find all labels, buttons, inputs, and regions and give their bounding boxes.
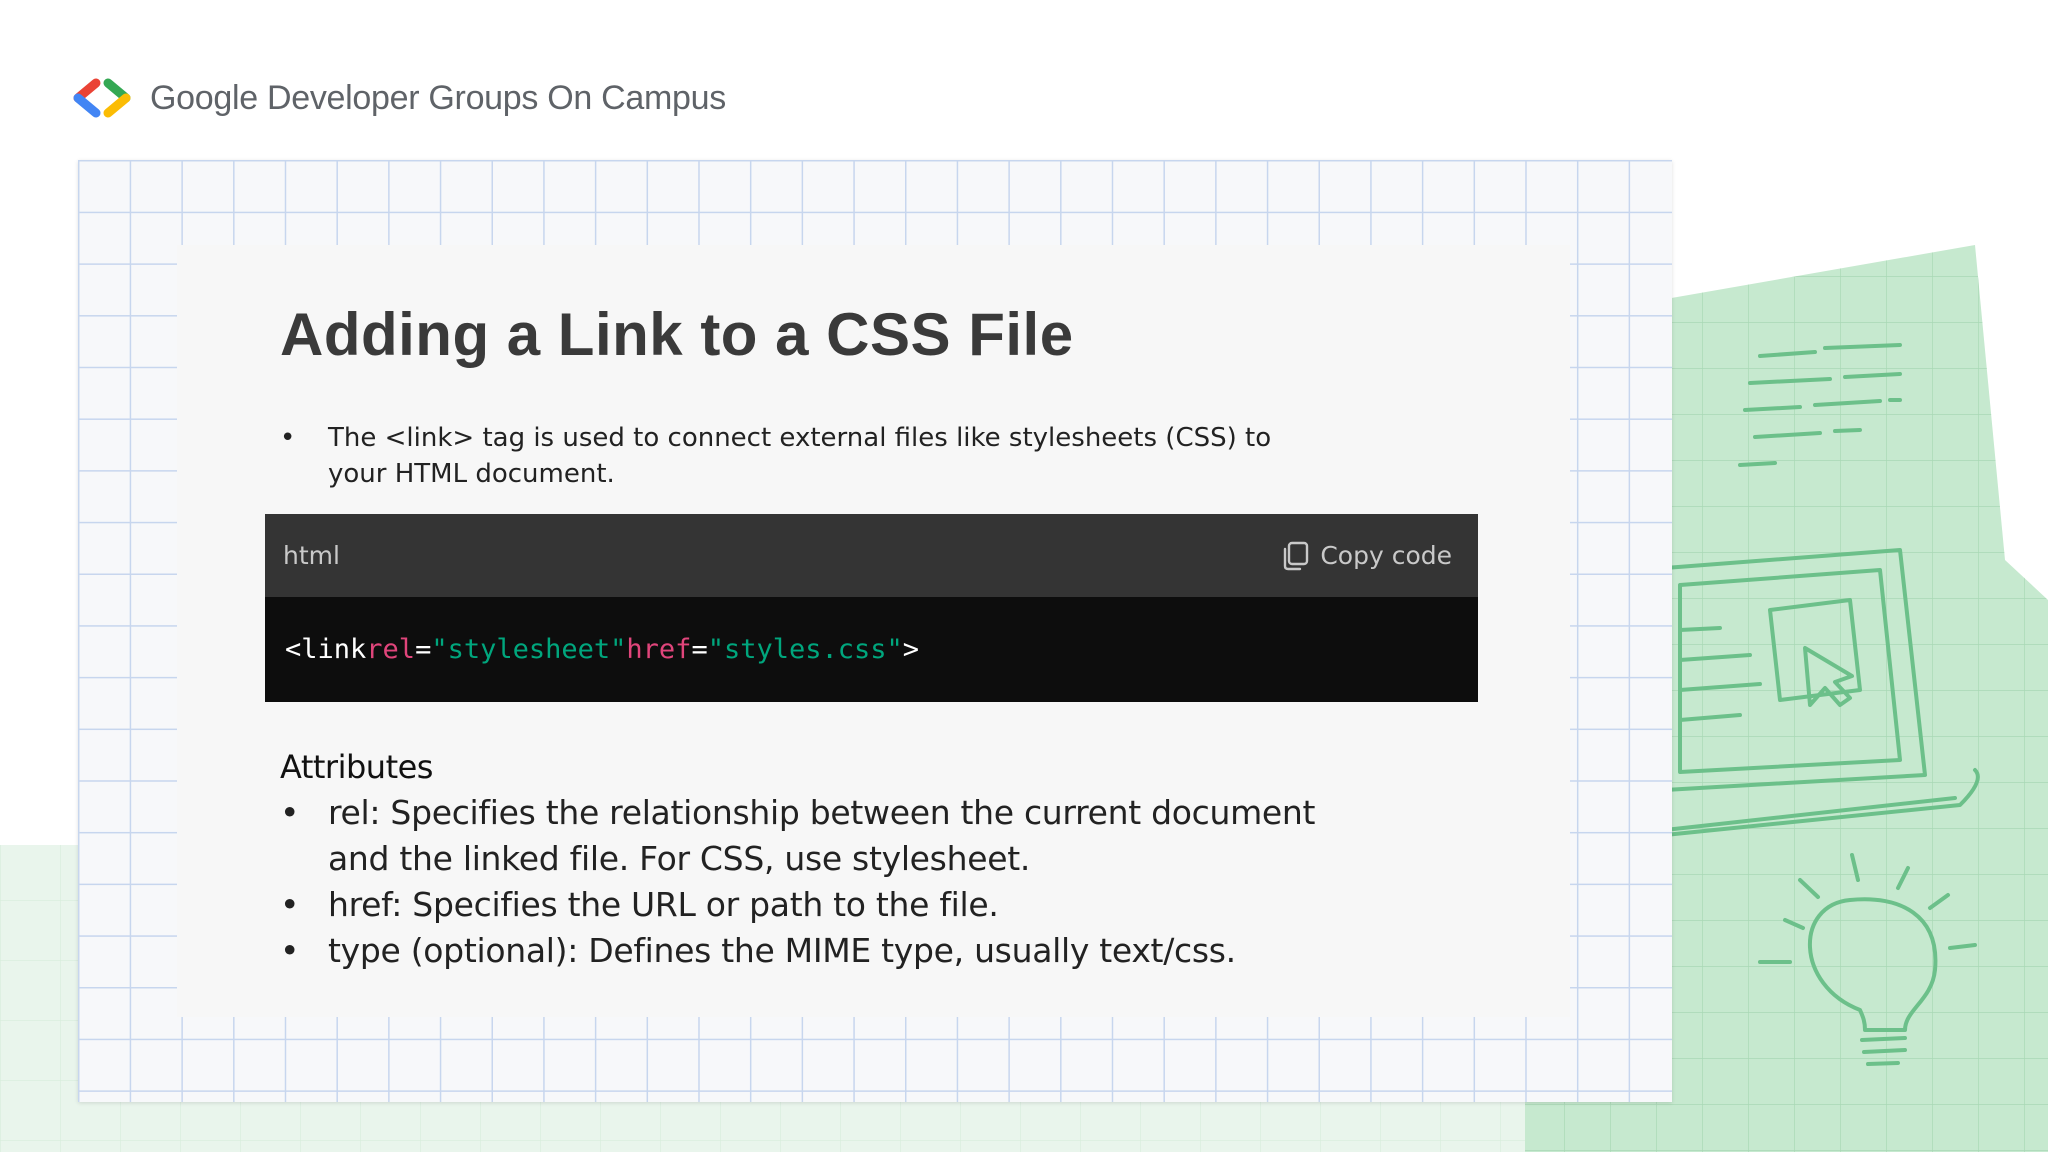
slide-title: Adding a Link to a CSS File [280, 301, 1074, 368]
code-token-tag-open: <link [285, 634, 367, 665]
code-token-equals: = [415, 634, 432, 665]
attribute-item-type: • type (optional): Defines the MIME type… [280, 928, 1380, 974]
code-token-tag-close: > [902, 634, 920, 665]
code-token-attr-rel: rel [366, 634, 416, 665]
code-content[interactable]: <link rel = "stylesheet" href = "styles.css"… [265, 597, 1478, 702]
copy-code-button[interactable]: Copy code [1280, 540, 1452, 572]
attribute-item-href: • href: Specifies the URL or path to the… [280, 882, 1380, 928]
intro-text: The <link> tag is used to connect extern… [328, 423, 1272, 489]
attributes-list: • rel: Specifies the relationship betwee… [280, 790, 1380, 974]
copy-icon [1284, 541, 1309, 570]
copy-code-label: Copy code [1320, 541, 1452, 570]
brand-header: Google Developer Groups On Campus [66, 76, 726, 120]
code-block-header: html Copy code [265, 514, 1478, 597]
code-token-attr-href: href [626, 634, 692, 665]
intro-list: • The <link> tag is used to connect exte… [280, 420, 1280, 492]
bullet-dot: • [280, 423, 296, 453]
code-language-label: html [283, 541, 340, 570]
bullet-dot: • [280, 931, 300, 970]
brand-name: Google Developer Groups On Campus [150, 78, 726, 117]
intro-bullet: • The <link> tag is used to connect exte… [280, 420, 1280, 492]
attribute-text: type (optional): Defines the MIME type, … [328, 931, 1236, 970]
attribute-item-rel: • rel: Specifies the relationship betwee… [280, 790, 1380, 882]
bullet-dot: • [280, 885, 300, 924]
bullet-dot: • [280, 793, 300, 832]
code-token-equals: = [691, 634, 708, 665]
code-block: html Copy code <link rel = "stylesheet" hr… [265, 514, 1478, 702]
code-token-value-stylesheet: "stylesheet" [431, 634, 627, 665]
code-token-value-styles-css: "styles.css" [707, 634, 903, 665]
attributes-heading: Attributes [280, 748, 433, 786]
attribute-text: rel: Specifies the relationship between … [328, 793, 1316, 878]
attribute-text: href: Specifies the URL or path to the f… [328, 885, 999, 924]
gdg-chevrons-logo-icon [73, 78, 131, 118]
